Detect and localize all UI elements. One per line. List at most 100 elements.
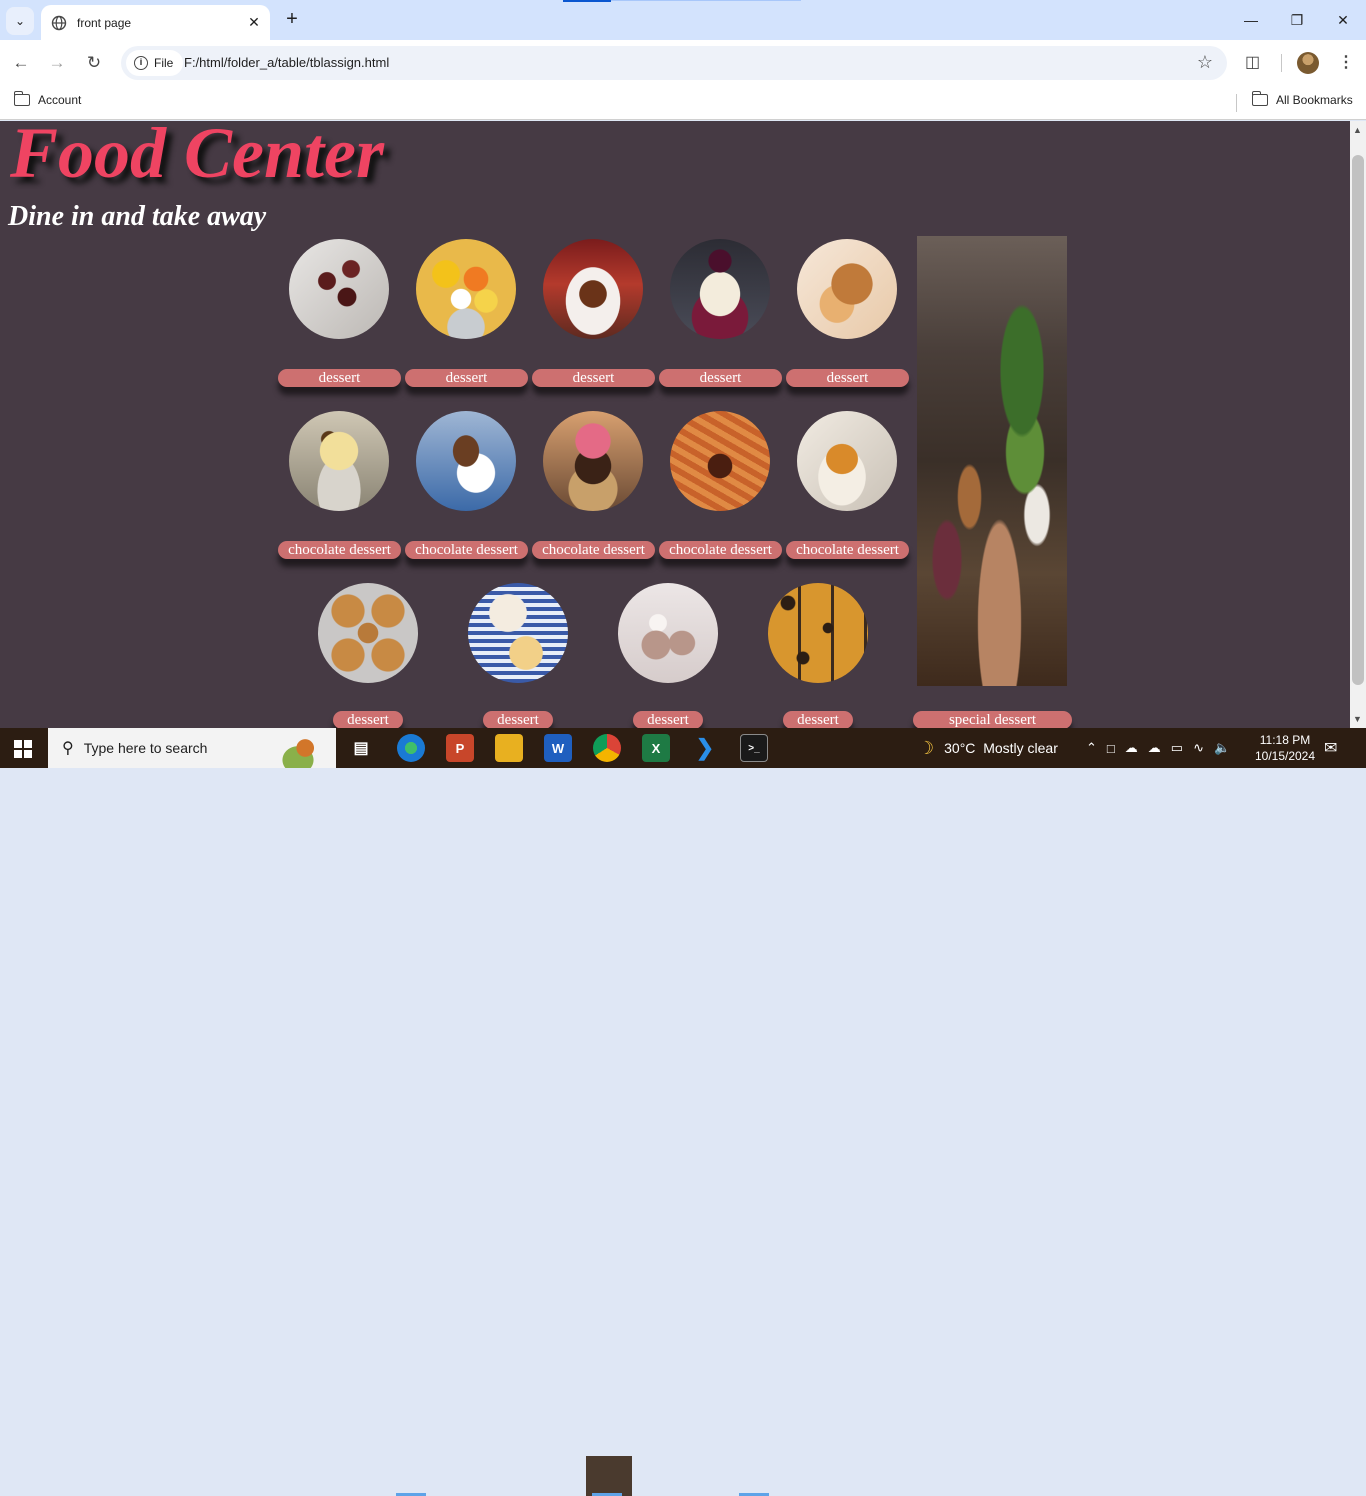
search-icon: ⚲ (62, 740, 74, 757)
device-icon[interactable]: □ (1107, 741, 1115, 756)
dessert-label: dessert (659, 369, 782, 387)
dessert-image (318, 583, 418, 683)
tab-search-button[interactable]: ⌄ (6, 7, 34, 35)
weather-text: 30°C Mostly clear (944, 740, 1058, 756)
info-icon: i (134, 56, 148, 70)
scroll-down-icon[interactable]: ▼ (1353, 714, 1362, 724)
cloud-icon[interactable]: ☁ (1148, 740, 1161, 756)
dessert-label: dessert (786, 369, 909, 387)
task-view-icon[interactable]: ▤ (347, 734, 375, 762)
arrow-right-icon: → (48, 53, 66, 72)
dessert-label: chocolate dessert (659, 541, 782, 559)
tab-title: front page (77, 15, 132, 30)
globe-icon (51, 15, 67, 30)
menu-kebab-icon[interactable]: ⋮ (1338, 52, 1354, 72)
bookmark-label: All Bookmarks (1276, 93, 1353, 107)
clock-date: 10/15/2024 (1254, 749, 1316, 763)
minimize-button[interactable]: — (1228, 0, 1274, 40)
terminal-icon[interactable]: >_ (740, 734, 768, 762)
taskbar-clock[interactable]: 11:18 PM 10/15/2024 (1252, 732, 1318, 764)
reload-button[interactable]: ↻ (81, 50, 107, 76)
dessert-image (416, 239, 516, 339)
excel-icon[interactable]: X (642, 734, 670, 762)
dessert-label: dessert (405, 369, 528, 387)
site-info-chip[interactable]: i File (126, 50, 184, 76)
vscode-icon[interactable]: ❯ (691, 734, 719, 762)
new-tab-button[interactable]: + (282, 9, 302, 29)
address-bar[interactable]: i File F:/html/folder_a/table/tblassign.… (121, 46, 1227, 80)
dessert-image (618, 583, 718, 683)
battery-icon[interactable]: ▭ (1171, 740, 1183, 756)
back-button[interactable]: ← (8, 50, 34, 76)
dessert-label: dessert (278, 369, 401, 387)
folder-icon (13, 91, 30, 106)
search-highlight-image (262, 728, 334, 768)
page-subtitle: Dine in and take away (8, 201, 267, 232)
all-bookmarks[interactable]: All Bookmarks (1251, 91, 1353, 107)
powerpoint-icon[interactable]: P (446, 734, 474, 762)
bookmarks-divider (1236, 94, 1237, 112)
dessert-image (543, 411, 643, 511)
browser-toolbar: ← → ↻ i File F:/html/folder_a/table/tbla… (0, 40, 1366, 86)
active-app-highlight (586, 1456, 632, 1496)
moon-cloud-icon: ☽ (918, 737, 935, 758)
tab-strip: ⌄ front page ✕ + — ❐ ✕ (0, 0, 1366, 40)
profile-avatar[interactable] (1297, 52, 1319, 74)
wifi-icon[interactable]: ∿ (1193, 740, 1204, 756)
extensions-icon[interactable]: ◫ (1245, 52, 1260, 72)
folder-icon (1251, 91, 1268, 106)
bookmark-label: Account (38, 93, 82, 107)
dessert-image (670, 239, 770, 339)
notification-icon[interactable]: ✉ (1324, 728, 1337, 768)
arrow-left-icon: ← (12, 53, 30, 72)
windows-start-icon[interactable] (14, 740, 32, 758)
reload-icon: ↻ (86, 53, 102, 72)
taskbar-search[interactable]: ⚲ Type here to search (48, 728, 336, 768)
bookmark-account[interactable]: Account (13, 91, 82, 107)
dessert-label: dessert (783, 711, 853, 728)
file-explorer-icon[interactable] (495, 734, 523, 762)
dessert-image (468, 583, 568, 683)
search-placeholder: Type here to search (83, 740, 208, 756)
dessert-label: dessert (333, 711, 403, 728)
scroll-up-icon[interactable]: ▲ (1353, 125, 1362, 135)
page-viewport: Food Center Dine in and take away desser… (0, 121, 1350, 728)
system-tray: ⌃ □ ☁ ☁ ▭ ∿ 🔈 (1086, 728, 1230, 768)
window-close-button[interactable]: ✕ (1320, 0, 1366, 40)
clock-time: 11:18 PM (1259, 733, 1311, 747)
tab-front-page[interactable]: front page ✕ (41, 5, 270, 40)
volume-icon[interactable]: 🔈 (1214, 740, 1230, 756)
tab-indicator-track (611, 0, 801, 1)
dessert-image (289, 411, 389, 511)
close-icon[interactable]: ✕ (244, 13, 264, 33)
restore-button[interactable]: ❐ (1274, 0, 1320, 40)
dessert-image (416, 411, 516, 511)
edge-icon[interactable] (397, 734, 425, 762)
onedrive-icon[interactable]: ☁ (1125, 740, 1138, 756)
forward-button[interactable]: → (44, 50, 70, 76)
chevron-down-icon: ⌄ (14, 14, 26, 28)
chevron-up-icon[interactable]: ⌃ (1086, 740, 1097, 756)
weather-widget[interactable]: ☽ 30°C Mostly clear (918, 728, 1058, 768)
chrome-icon[interactable] (593, 734, 621, 762)
dessert-image (797, 239, 897, 339)
dessert-image (670, 411, 770, 511)
dessert-label: chocolate dessert (405, 541, 528, 559)
bookmarks-bar: Account All Bookmarks (0, 86, 1366, 120)
bookmark-star-icon[interactable]: ☆ (1197, 52, 1213, 73)
url-text[interactable]: F:/html/folder_a/table/tblassign.html (184, 55, 389, 70)
dessert-image (543, 239, 643, 339)
dessert-label: chocolate dessert (786, 541, 909, 559)
page-scrollbar[interactable]: ▲ ▼ (1350, 121, 1366, 728)
page-title: Food Center (10, 121, 385, 193)
dessert-label: chocolate dessert (532, 541, 655, 559)
dessert-image (768, 583, 868, 683)
dessert-label: dessert (532, 369, 655, 387)
word-icon[interactable]: W (544, 734, 572, 762)
dessert-image (289, 239, 389, 339)
scrollbar-thumb[interactable] (1352, 155, 1364, 685)
dessert-image (797, 411, 897, 511)
tab-indicator (563, 0, 611, 2)
toolbar-divider (1281, 54, 1282, 72)
scheme-label: File (154, 56, 174, 70)
